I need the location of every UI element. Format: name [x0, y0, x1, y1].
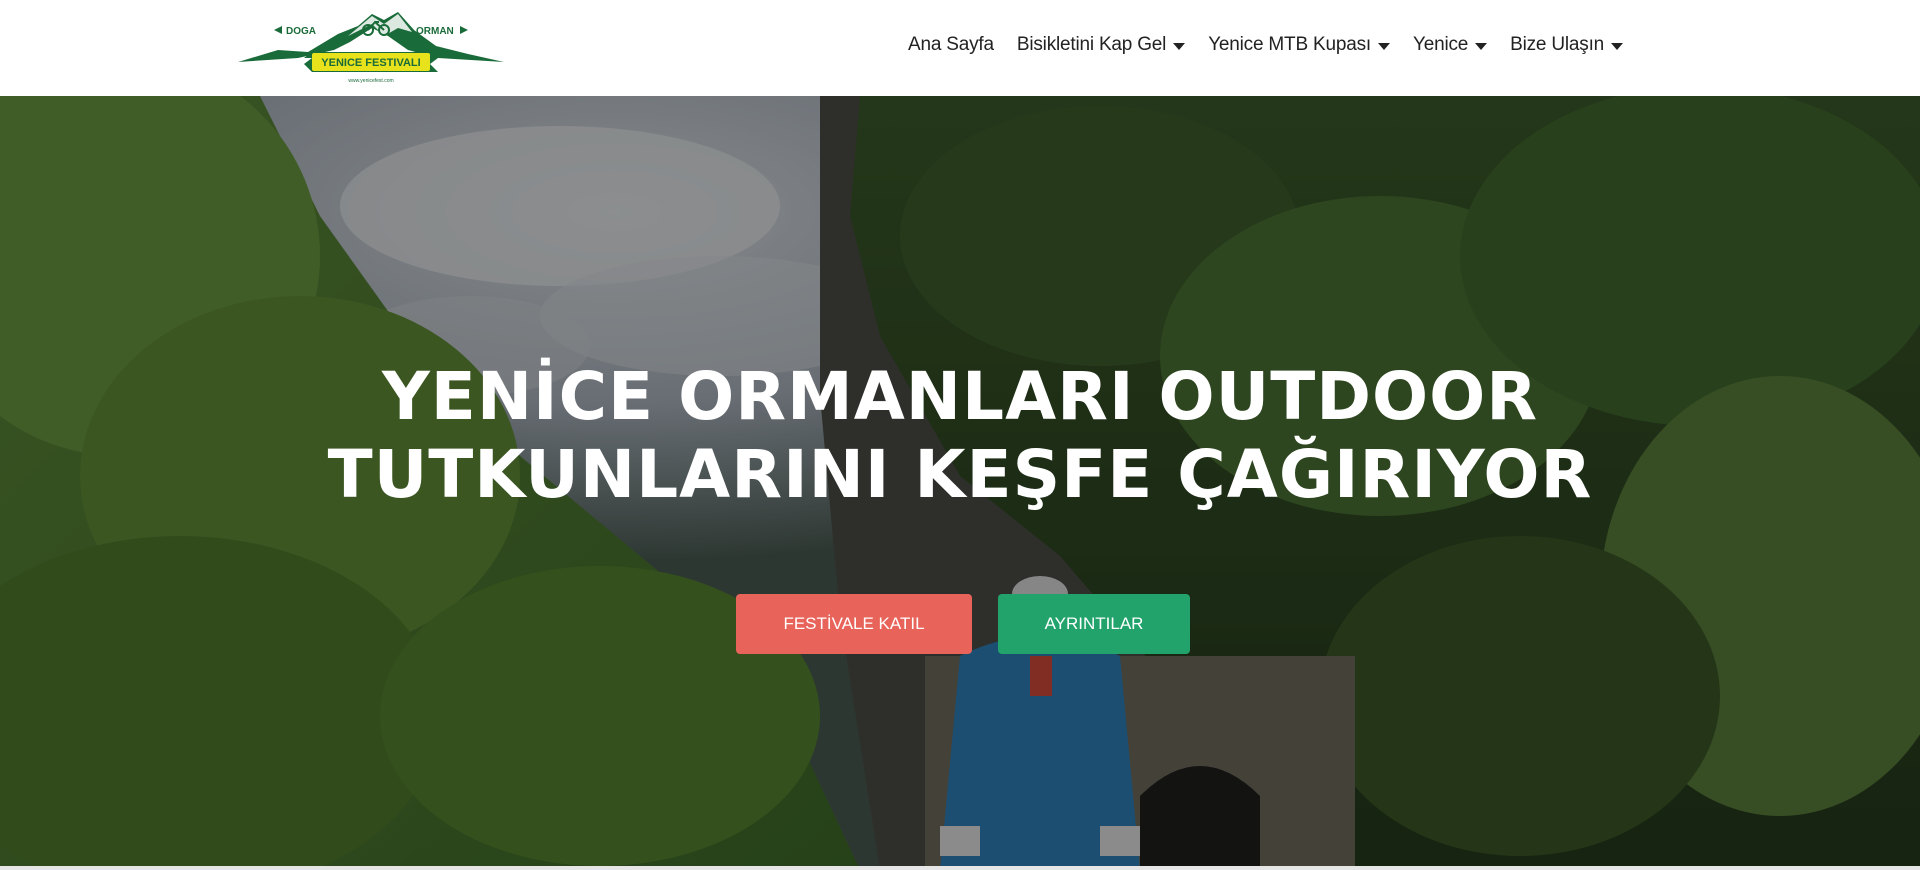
page-bottom-divider	[0, 866, 1920, 870]
nav-item-bisikletini-kap-gel[interactable]: Bisikletini Kap Gel	[1016, 34, 1186, 56]
site-logo[interactable]: DOGA ORMAN YENICE FESTIVALI www.yenicefe…	[238, 6, 504, 88]
main-nav: Ana Sayfa Bisikletini Kap Gel Yenice MTB…	[908, 30, 1624, 60]
caret-down-icon	[1173, 42, 1186, 50]
nav-item-label: Bisikletini Kap Gel	[1016, 34, 1167, 55]
hero-title-line-2: TUTKUNLARINI KEŞFE ÇAĞIRIYOR	[327, 436, 1593, 513]
caret-down-icon	[1611, 42, 1624, 50]
caret-down-icon	[1377, 42, 1390, 50]
nav-item-label: Ana Sayfa	[908, 34, 994, 55]
nav-item-bize-ulasin[interactable]: Bize Ulaşın	[1510, 34, 1624, 56]
nav-item-yenice-mtb-kupasi[interactable]: Yenice MTB Kupası	[1208, 34, 1390, 56]
nav-item-yenice[interactable]: Yenice	[1412, 34, 1488, 56]
caret-down-icon	[1475, 42, 1488, 50]
details-button[interactable]: AYRINTILAR	[998, 594, 1190, 654]
nav-item-label: Bize Ulaşın	[1510, 34, 1605, 55]
join-festival-button[interactable]: FESTİVALE KATIL	[736, 594, 972, 654]
logo-right-word: ORMAN	[416, 26, 454, 37]
nav-item-label: Yenice MTB Kupası	[1208, 34, 1371, 55]
nav-item-ana-sayfa[interactable]: Ana Sayfa	[908, 34, 994, 56]
hero-title: YENİCE ORMANLARI OUTDOOR TUTKUNLARINI KE…	[260, 358, 1660, 514]
site-header: DOGA ORMAN YENICE FESTIVALI www.yenicefe…	[0, 0, 1920, 96]
mountain-bike-icon: DOGA ORMAN YENICE FESTIVALI www.yenicefe…	[238, 12, 504, 84]
hero-section: YENİCE ORMANLARI OUTDOOR TUTKUNLARINI KE…	[0, 96, 1920, 870]
logo-small-url: www.yenicefest.com	[348, 78, 393, 84]
hero-title-line-1: YENİCE ORMANLARI OUTDOOR	[381, 358, 1539, 435]
nav-item-label: Yenice	[1412, 34, 1469, 55]
logo-banner-text: YENICE FESTIVALI	[321, 57, 420, 69]
logo-left-word: DOGA	[286, 26, 316, 37]
